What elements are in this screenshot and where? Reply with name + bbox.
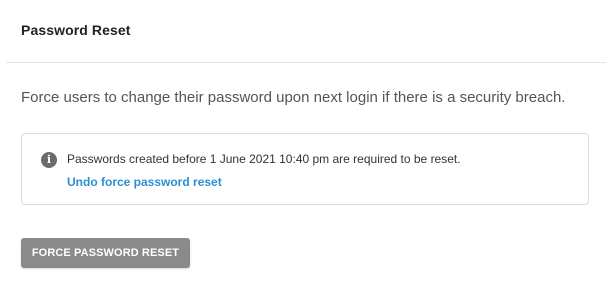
undo-force-reset-link[interactable]: Undo force password reset bbox=[67, 175, 222, 189]
force-password-reset-button[interactable]: FORCE PASSWORD RESET bbox=[21, 238, 190, 268]
notice-message: Passwords created before 1 June 2021 10:… bbox=[67, 152, 461, 166]
page-title: Password Reset bbox=[21, 22, 131, 38]
info-icon: i bbox=[41, 152, 57, 168]
password-reset-card: Password Reset Force users to change the… bbox=[0, 0, 610, 298]
reset-notice-box: i Passwords created before 1 June 2021 1… bbox=[21, 133, 589, 205]
description-text: Force users to change their password upo… bbox=[21, 89, 566, 106]
header-divider bbox=[6, 62, 606, 63]
